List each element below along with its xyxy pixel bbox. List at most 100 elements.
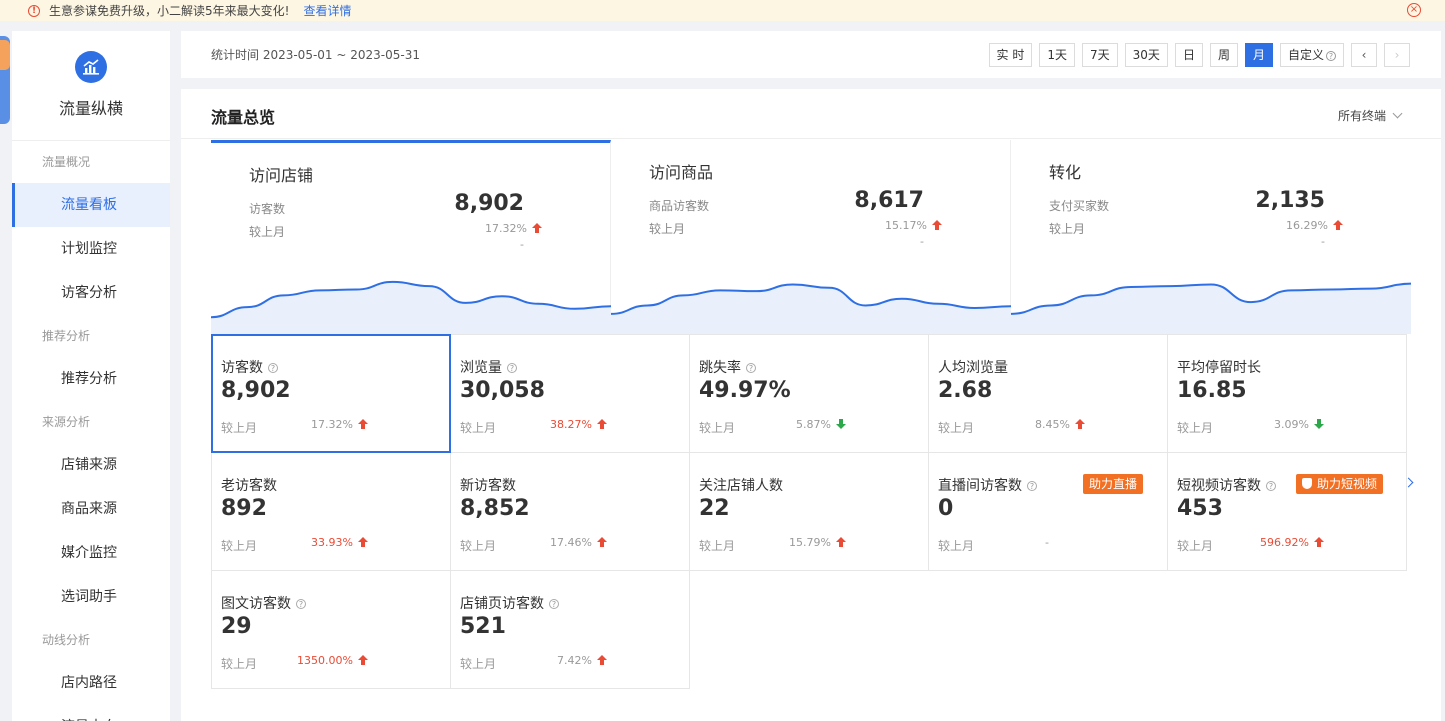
overview-metric-label: 访客数	[249, 202, 286, 216]
chevron-right-icon[interactable]: ›	[1384, 43, 1410, 67]
sidebar-item[interactable]: 店内路径	[12, 661, 170, 705]
sidebar-item[interactable]: 推荐分析	[12, 357, 170, 401]
range-button[interactable]: 月	[1244, 43, 1273, 67]
promo-badge-button[interactable]: 助力短视频	[1296, 474, 1384, 494]
help-icon[interactable]: ?	[549, 599, 559, 609]
terminal-label: 所有终端	[1337, 109, 1386, 123]
close-icon[interactable]: ×	[1407, 3, 1421, 17]
metric-change-value: 33.93%	[311, 536, 353, 549]
metric-change: 17.32%	[311, 418, 368, 431]
arrow-up-icon	[358, 655, 368, 665]
overview-change-value: 17.32%	[485, 222, 527, 235]
range-button[interactable]: 日	[1174, 43, 1203, 67]
metric-compare-label: 较上月	[938, 539, 975, 553]
metric-value: 49.97%	[699, 378, 791, 403]
metric-card[interactable]: 直播间访客数? 0 较上月 - 助力直播	[928, 452, 1168, 571]
overview-value: 8,902	[454, 191, 524, 216]
metric-name: 浏览量?	[460, 357, 517, 377]
metric-change-value: 3.09%	[1274, 418, 1309, 431]
metric-change-value: 17.32%	[311, 418, 353, 431]
overview-card[interactable]: 访问店铺 访客数 较上月 8,902 17.32% -	[211, 140, 611, 334]
sidebar-group-title: 推荐分析	[42, 329, 91, 343]
promo-badge-button[interactable]: 助力直播	[1083, 474, 1144, 494]
sidebar-item[interactable]: 流量去向	[12, 705, 170, 721]
chevron-down-icon	[1392, 108, 1403, 119]
chevron-right-icon[interactable]	[1403, 477, 1414, 488]
sidebar-item[interactable]: 店铺来源	[12, 443, 170, 487]
mascot-icon	[0, 40, 10, 70]
help-icon[interactable]: ?	[746, 363, 756, 373]
metric-card[interactable]: 人均浏览量 2.68 较上月 8.45%	[928, 334, 1168, 453]
metric-value: 29	[221, 614, 252, 639]
range-button-label: 周	[1217, 48, 1230, 62]
arrow-up-icon	[597, 655, 607, 665]
metric-compare-label: 较上月	[221, 657, 258, 671]
overview-card[interactable]: 转化 支付买家数 较上月 2,135 16.29% -	[1011, 140, 1411, 334]
help-icon[interactable]: ?	[296, 599, 306, 609]
range-button[interactable]: 30天	[1124, 43, 1168, 67]
range-button[interactable]: 1天	[1039, 43, 1076, 67]
overview-cards: 访问店铺 访客数 较上月 8,902 17.32% - 访问商品 商品访客数 较上月 8,617 1…	[211, 140, 1411, 334]
range-button[interactable]: 7天	[1082, 43, 1118, 67]
sidebar-item[interactable]: 计划监控	[12, 227, 170, 271]
metric-name: 人均浏览量	[938, 357, 1008, 377]
metric-card[interactable]: 浏览量? 30,058 较上月 38.27%	[450, 334, 690, 453]
metrics-grid: 访客数? 8,902 较上月 17.32% 浏览量? 30,058 较上月 38.27% 跳失率…	[211, 334, 1414, 689]
assistant-tab[interactable]	[0, 36, 10, 124]
sidebar-item[interactable]: 流量看板	[12, 183, 170, 227]
help-icon[interactable]: ?	[268, 363, 278, 373]
metric-change-value: 15.79%	[789, 536, 831, 549]
metric-value: 892	[221, 496, 267, 521]
metric-change: 7.42%	[557, 654, 607, 667]
metric-card[interactable]: 店铺页访客数? 521 较上月 7.42%	[450, 570, 690, 689]
metric-compare-label: 较上月	[221, 421, 258, 435]
help-icon[interactable]: ?	[507, 363, 517, 373]
metric-card[interactable]: 平均停留时长 16.85 较上月 3.09%	[1167, 334, 1407, 453]
metric-name-text: 老访客数	[221, 478, 277, 494]
metric-compare-label: 较上月	[938, 421, 975, 435]
metric-name: 直播间访客数?	[938, 475, 1037, 495]
terminal-dropdown[interactable]: 所有终端	[1337, 107, 1403, 124]
metric-name-text: 关注店铺人数	[699, 478, 783, 494]
overview-card[interactable]: 访问商品 商品访客数 较上月 8,617 15.17% -	[611, 140, 1011, 334]
range-button-label: 月	[1252, 48, 1265, 62]
notice-link[interactable]: 查看详情	[303, 2, 351, 19]
range-button-label: 30天	[1132, 48, 1160, 62]
sidebar-group-title: 流量概况	[42, 155, 91, 169]
sidebar: 流量纵横 流量概况 流量看板 计划监控 访客分析 推荐分析 推荐分析 来源分析 店铺来源 商品来…	[12, 31, 170, 721]
sidebar-item[interactable]: 选词助手	[12, 575, 170, 619]
shield-icon	[1302, 478, 1312, 489]
overview-value: 8,617	[854, 188, 924, 213]
notice-banner: ! 生意参谋免费升级，小二解读5年来最大变化! 查看详情 ×	[0, 0, 1445, 21]
metric-card[interactable]: 老访客数 892 较上月 33.93%	[211, 452, 451, 571]
overview-compare-label: 较上月	[649, 222, 686, 236]
chevron-left-icon[interactable]: ‹	[1351, 43, 1377, 67]
overview-change-value: 16.29%	[1286, 219, 1328, 232]
range-button[interactable]: 实 时	[988, 43, 1033, 67]
help-icon[interactable]: ?	[1027, 481, 1037, 491]
app-name: 流量纵横	[58, 99, 123, 118]
metric-compare-label: 较上月	[221, 539, 258, 553]
metric-card[interactable]: 图文访客数? 29 较上月 1350.00%	[211, 570, 451, 689]
metric-card[interactable]: 新访客数 8,852 较上月 17.46%	[450, 452, 690, 571]
metric-card[interactable]: 跳失率? 49.97% 较上月 5.87%	[689, 334, 929, 453]
overview-change-value: 15.17%	[885, 219, 927, 232]
arrow-up-icon	[932, 220, 942, 230]
sidebar-item[interactable]: 商品来源	[12, 487, 170, 531]
overview-dash: -	[1321, 235, 1325, 248]
range-button[interactable]: 周	[1209, 43, 1238, 67]
sidebar-item[interactable]: 访客分析	[12, 271, 170, 315]
metric-card[interactable]: 访客数? 8,902 较上月 17.32%	[211, 334, 451, 453]
range-button[interactable]: 自定义?	[1279, 43, 1344, 67]
help-icon[interactable]: ?	[1266, 481, 1276, 491]
metric-compare-label: 较上月	[699, 539, 736, 553]
metric-card[interactable]: 关注店铺人数 22 较上月 15.79%	[689, 452, 929, 571]
range-button-label: 7天	[1090, 48, 1110, 62]
metric-card[interactable]: 短视频访客数? 453 较上月 596.92% 助力短视频	[1167, 452, 1414, 571]
metric-name: 平均停留时长	[1177, 357, 1261, 377]
metric-change: -	[1045, 536, 1049, 549]
overview-change: 15.17%	[885, 219, 942, 232]
overview-title: 转化	[1049, 163, 1082, 182]
sidebar-item[interactable]: 媒介监控	[12, 531, 170, 575]
metric-change-value: 1350.00%	[297, 654, 353, 667]
